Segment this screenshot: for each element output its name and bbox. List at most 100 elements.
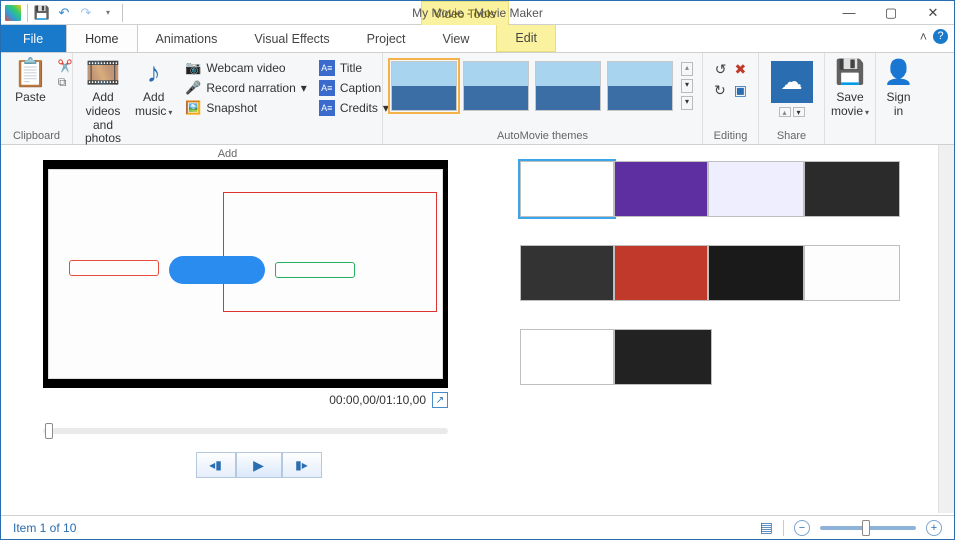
caption-icon: A≡ [319,80,335,96]
theme-thumb-4[interactable] [607,61,673,111]
share-expand-icon[interactable]: ▾ [793,107,805,117]
remove-icon[interactable]: ✖ [735,61,747,78]
ribbon-tab-strip: File Home Animations Visual Effects Proj… [1,25,954,53]
save-movie-icon: 💾 [835,57,865,89]
tab-project[interactable]: Project [349,25,425,52]
clip-10[interactable] [614,329,712,385]
group-label-clipboard: Clipboard [9,130,64,144]
theme-thumb-1[interactable] [391,61,457,111]
group-editing: ↺ ✖ ↻ ▣ Editing [703,53,759,144]
clip-1[interactable] [520,161,614,217]
zoom-in-button[interactable]: + [926,520,942,536]
rotate-right-icon[interactable]: ↻ [714,82,726,99]
sign-in-button[interactable]: 👤 Signin [884,55,913,121]
qat-dropdown-icon[interactable]: ▾ [100,5,116,21]
snapshot-button[interactable]: 🖼️Snapshot [182,99,309,117]
minimize-button[interactable]: — [828,1,870,25]
clip-7[interactable] [708,245,804,301]
tab-animations[interactable]: Animations [138,25,237,52]
snapshot-icon: 🖼️ [185,100,201,116]
group-label-automovie: AutoMovie themes [391,130,694,144]
webcam-video-button[interactable]: 📷Webcam video [182,59,309,77]
save-movie-button[interactable]: 💾 Savemovie▾ [833,55,867,121]
paste-label: Paste [15,91,46,105]
share-scroll-up-icon[interactable]: ▴ [779,107,791,117]
clip-3[interactable] [708,161,804,217]
fullscreen-icon[interactable]: ↗ [432,392,448,408]
thumbnail-view-icon[interactable]: ▤ [760,519,773,536]
storyboard-row-3 [520,329,936,385]
record-narration-button[interactable]: 🎤Record narration ▾ [182,79,309,97]
zoom-slider[interactable] [820,526,916,530]
clipboard-icon: 📋 [13,57,48,89]
clip-4[interactable] [804,161,900,217]
seek-bar[interactable] [43,428,448,434]
clip-9[interactable] [520,329,614,385]
copy-icon[interactable]: ⧉ [58,75,73,90]
maximize-button[interactable]: ▢ [870,1,912,25]
vertical-scrollbar[interactable] [938,145,954,513]
undo-icon[interactable]: ↶ [56,5,72,21]
add-media-icon: 🎞️ [86,57,121,89]
theme-thumb-2[interactable] [463,61,529,111]
storyboard-row-2 [520,245,936,301]
group-label-editing: Editing [711,130,750,144]
webcam-icon: 📷 [185,60,201,76]
title-button[interactable]: A≡Title [316,59,392,77]
collapse-ribbon-icon[interactable]: ˄ [920,30,927,44]
help-icon[interactable]: ? [933,29,948,44]
save-icon[interactable]: 💾 [34,5,50,21]
user-icon: 👤 [884,57,914,89]
redo-icon[interactable]: ↷ [78,5,94,21]
playback-time: 00:00,00/01:10,00 [329,393,426,407]
zoom-thumb[interactable] [862,520,870,536]
prev-frame-button[interactable]: ◂▮ [196,452,236,478]
tab-home[interactable]: Home [66,25,137,52]
clip-8[interactable] [804,245,900,301]
credits-button[interactable]: A≡Credits ▾ [316,99,392,117]
group-label-share: Share [777,130,806,144]
group-add: 🎞️ Add videosand photos ♪ Addmusic▾ 📷Web… [73,53,383,144]
themes-expand-icon[interactable]: ▾ [681,96,693,110]
microphone-icon: 🎤 [185,80,201,96]
seek-thumb[interactable] [45,423,53,439]
credits-icon: A≡ [319,100,335,116]
clip-2[interactable] [614,161,708,217]
tab-file[interactable]: File [1,25,66,52]
quick-access-toolbar: 💾 ↶ ↷ ▾ [1,4,127,22]
onedrive-icon[interactable]: ☁ [771,61,813,103]
tab-visual-effects[interactable]: Visual Effects [236,25,348,52]
add-videos-photos-button[interactable]: 🎞️ Add videosand photos [81,55,125,148]
themes-scroll-down-icon[interactable]: ▾ [681,79,693,93]
workspace: 00:00,00/01:10,00 ↗ ◂▮ ▶ ▮▸ [1,145,954,515]
tab-view[interactable]: View [425,25,489,52]
themes-scroll-up-icon[interactable]: ▴ [681,62,693,76]
add-music-button[interactable]: ♪ Addmusic▾ [131,55,176,121]
group-share: ☁ ▴ ▾ Share [759,53,825,144]
group-signin: 👤 Signin [875,53,921,144]
storyboard-row-1 [520,161,936,217]
tab-edit[interactable]: Edit [496,25,556,52]
close-button[interactable]: ✕ [912,1,954,25]
app-logo-icon [5,5,21,21]
clip-5[interactable] [520,245,614,301]
next-frame-button[interactable]: ▮▸ [282,452,322,478]
group-save-movie: 💾 Savemovie▾ [825,53,875,144]
clip-6[interactable] [614,245,708,301]
title-bar: 💾 ↶ ↷ ▾ Video Tools My Movie - Movie Mak… [1,1,954,25]
group-automovie: ▴ ▾ ▾ AutoMovie themes [383,53,703,144]
group-clipboard: 📋 Paste ✂️ ⧉ Clipboard [1,53,73,144]
select-all-icon[interactable]: ▣ [734,82,747,99]
theme-thumb-3[interactable] [535,61,601,111]
zoom-out-button[interactable]: − [794,520,810,536]
caption-button[interactable]: A≡Caption [316,79,392,97]
cut-icon[interactable]: ✂️ [58,59,73,73]
paste-button[interactable]: 📋 Paste [9,55,52,107]
play-button[interactable]: ▶ [236,452,282,478]
video-preview[interactable] [43,160,448,388]
ribbon: 📋 Paste ✂️ ⧉ Clipboard 🎞️ Add videosand … [1,53,954,145]
status-bar: Item 1 of 10 ▤ − + [1,515,954,539]
rotate-left-icon[interactable]: ↺ [715,61,727,78]
timeline-pane [496,145,954,515]
status-item-count: Item 1 of 10 [13,521,76,535]
